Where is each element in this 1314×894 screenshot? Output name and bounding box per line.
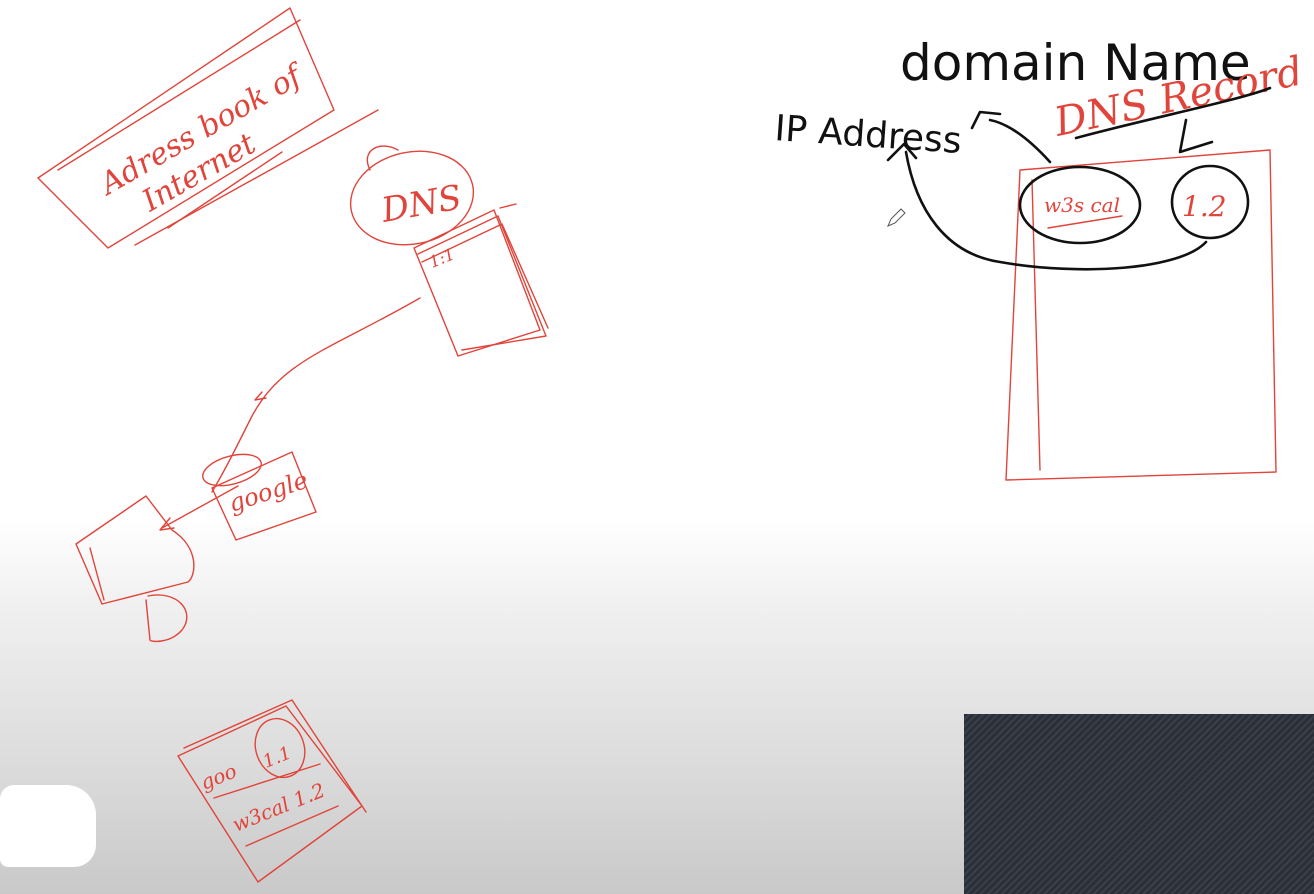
google-label: google — [225, 466, 311, 518]
dns-label: DNS — [378, 178, 465, 232]
record-card: goo 1.1 w3cal 1.2 — [177, 699, 367, 883]
dns-table-stack: 1:1 — [413, 203, 549, 357]
record-domain-circle: w3s cal — [1018, 165, 1142, 245]
domain-to-ip-arrow — [988, 118, 1052, 164]
svg-text:w3s cal: w3s cal — [1044, 193, 1120, 217]
record-google-label: goo — [197, 759, 240, 795]
webcam-overlay — [964, 714, 1314, 894]
pen-icon — [886, 208, 906, 232]
google-box: google — [202, 451, 317, 541]
ip-address-label: IP Address — [773, 108, 963, 162]
record-ip-circle: 1.2 — [1170, 164, 1250, 240]
lookup-curve — [211, 297, 421, 493]
request-arrow — [161, 485, 239, 529]
record-google-ip: 1.1 — [260, 742, 294, 772]
svg-text:1.2: 1.2 — [1182, 190, 1227, 223]
computer-drawing — [75, 495, 195, 643]
record-site-label: w3cal 1.2 — [229, 778, 328, 837]
eraser-blob — [0, 785, 96, 867]
dns-bubble: DNS — [349, 145, 475, 246]
address-book-note: Adress book of Internet — [37, 7, 379, 249]
whiteboard-canvas[interactable]: Adress book of Internet DNS 1:1 google g… — [0, 0, 1314, 894]
